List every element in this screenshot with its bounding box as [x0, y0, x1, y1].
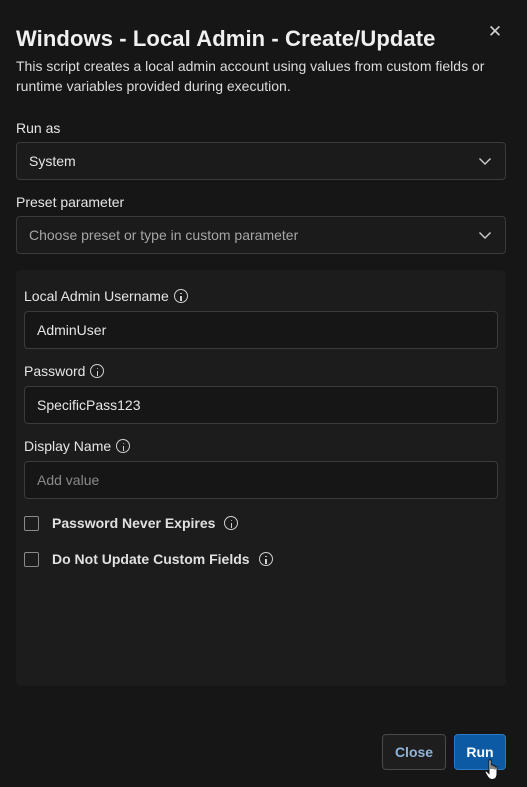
no-update-fields-option[interactable]: Do Not Update Custom Fields: [24, 551, 273, 567]
username-label: Local Admin Username: [24, 288, 188, 304]
password-input[interactable]: SpecificPass123: [24, 386, 498, 424]
chevron-down-icon: [479, 158, 491, 165]
preset-label-text: Preset parameter: [16, 194, 125, 210]
close-icon[interactable]: ✕: [486, 23, 504, 41]
display-name-input[interactable]: Add value: [24, 461, 498, 499]
run-as-select[interactable]: System: [16, 142, 506, 180]
never-expires-label: Password Never Expires: [52, 515, 216, 531]
run-as-value: System: [29, 153, 76, 169]
username-label-text: Local Admin Username: [24, 288, 169, 304]
password-label-text: Password: [24, 363, 86, 379]
run-as-label-text: Run as: [16, 120, 61, 136]
chevron-down-icon: [479, 232, 491, 239]
info-icon[interactable]: [173, 289, 188, 303]
preset-parameter-select[interactable]: Choose preset or type in custom paramete…: [16, 216, 506, 254]
no-update-fields-label: Do Not Update Custom Fields: [52, 551, 250, 567]
dialog-title: Windows - Local Admin - Create/Update: [16, 26, 436, 51]
info-icon[interactable]: [116, 439, 131, 453]
display-name-label-text: Display Name: [24, 438, 112, 454]
display-name-label: Display Name: [24, 438, 131, 454]
script-run-dialog: Windows - Local Admin - Create/Update ✕ …: [0, 0, 527, 787]
preset-placeholder: Choose preset or type in custom paramete…: [29, 227, 299, 243]
never-expires-checkbox[interactable]: [24, 515, 39, 531]
never-expires-option[interactable]: Password Never Expires: [24, 515, 239, 531]
dialog-description: This script creates a local admin accoun…: [16, 58, 485, 94]
no-update-fields-checkbox[interactable]: [24, 551, 39, 567]
info-icon[interactable]: [258, 552, 273, 566]
info-icon[interactable]: [90, 364, 105, 378]
hand-cursor-icon: [484, 759, 498, 781]
password-label: Password: [24, 363, 105, 379]
username-input[interactable]: AdminUser: [24, 311, 498, 349]
close-button[interactable]: Close: [382, 734, 446, 770]
run-as-label: Run as: [16, 120, 60, 136]
preset-label: Preset parameter: [16, 194, 124, 210]
info-icon[interactable]: [224, 516, 239, 530]
